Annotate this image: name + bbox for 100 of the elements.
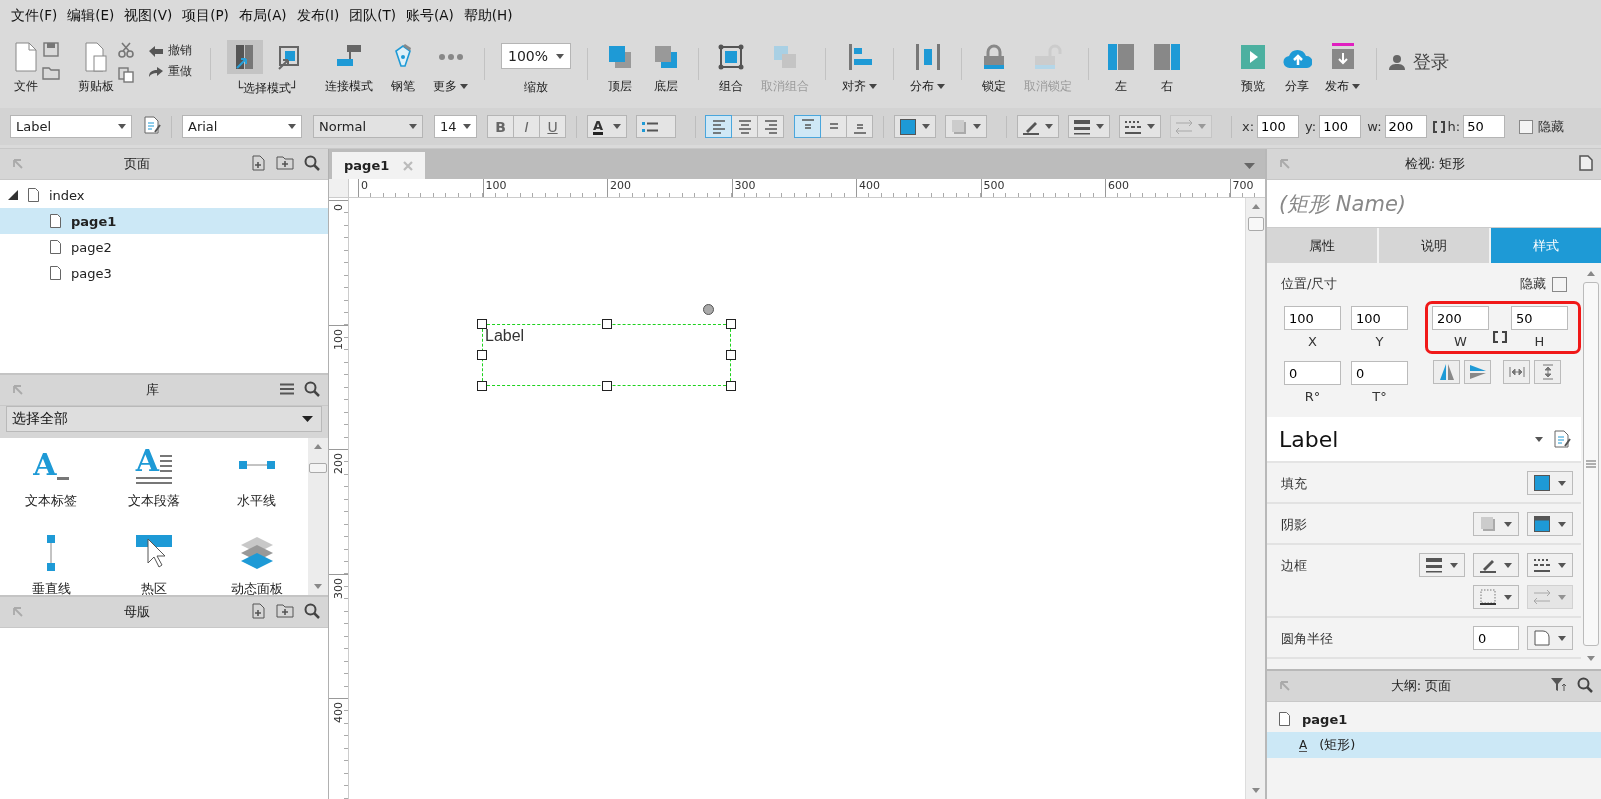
border-sides-dropdown[interactable]	[1473, 585, 1519, 609]
tool-button[interactable]: 钢笔	[385, 40, 421, 97]
resize-handle[interactable]	[477, 381, 487, 391]
outline-item[interactable]: page1	[1267, 706, 1601, 732]
widget-name[interactable]: 动态面板	[230, 580, 283, 595]
toolbar-button[interactable]: 底层	[646, 40, 686, 97]
toolbar-button[interactable]: 锁定	[974, 40, 1014, 97]
bullets-button[interactable]	[636, 115, 676, 138]
text-align-button[interactable]	[757, 115, 784, 138]
menu-item[interactable]: 团队(T)	[344, 7, 401, 25]
menu-item[interactable]: 发布(I)	[291, 7, 345, 25]
widget-style-dropdown[interactable]: Label	[1267, 417, 1581, 463]
font-size-dropdown[interactable]: 14	[434, 115, 477, 138]
toolbar-button[interactable]: 右	[1147, 40, 1187, 97]
undo-button[interactable]: 撤销	[148, 42, 192, 59]
redo-button[interactable]: 重做	[148, 63, 192, 80]
menu-item[interactable]: 文件(F)	[6, 7, 63, 25]
bold-button[interactable]: B	[487, 115, 514, 138]
login-button[interactable]: 登录	[1389, 50, 1449, 74]
outline-item[interactable]: A (矩形)	[1267, 732, 1601, 758]
zoom-dropdown[interactable]: 100%	[501, 43, 571, 69]
line-pattern-dropdown[interactable]	[1527, 553, 1573, 577]
number-field[interactable]: 50	[1511, 306, 1568, 330]
menu-item[interactable]: 编辑(E)	[62, 7, 120, 25]
widget-name[interactable]: 垂直线	[31, 580, 71, 595]
toolbar-button[interactable]: 组合	[711, 40, 751, 97]
coordinate-field[interactable]: 100	[1257, 115, 1300, 138]
line-weight-dropdown[interactable]	[1419, 553, 1465, 577]
save-button[interactable]	[42, 42, 60, 60]
line-color-dropdown[interactable]	[1473, 553, 1519, 577]
radius-field[interactable]: 0	[1473, 626, 1519, 650]
tree-item[interactable]: page3	[0, 260, 328, 286]
menu-item[interactable]: 项目(P)	[177, 7, 234, 25]
tree-item[interactable]: page1	[0, 208, 328, 234]
toolbar-button[interactable]: 对齐	[838, 40, 881, 97]
widget-name[interactable]: 文本标签	[25, 492, 78, 510]
fill-color-dropdown[interactable]	[1527, 471, 1573, 495]
page-tab[interactable]: page1	[332, 152, 426, 179]
resize-handle[interactable]	[726, 319, 736, 329]
number-field[interactable]: 200	[1432, 306, 1489, 330]
checkbox[interactable]	[1552, 276, 1567, 292]
tool-button[interactable]: 连接模式	[321, 40, 377, 97]
number-field[interactable]: 100	[1284, 306, 1341, 330]
library-dropdown[interactable]: 选择全部	[6, 406, 322, 432]
vertical-align-button[interactable]	[794, 115, 821, 138]
toolbar-button[interactable]: 发布	[1321, 40, 1364, 97]
tool-button[interactable]: 更多	[429, 40, 472, 97]
menu-item[interactable]: 布局(A)	[233, 7, 292, 25]
widget-style-dropdown[interactable]: Label	[10, 115, 132, 138]
underline-button[interactable]: U	[539, 115, 566, 138]
coordinate-field[interactable]: 200	[1384, 115, 1427, 138]
resize-handle[interactable]	[726, 350, 736, 360]
inspector-tab[interactable]: 说明	[1379, 228, 1491, 263]
coordinate-field[interactable]: 50	[1463, 115, 1506, 138]
selection-mode-button[interactable]	[227, 40, 263, 74]
cut-button[interactable]	[118, 42, 134, 61]
fit-width-button[interactable]	[1503, 360, 1530, 384]
name-field[interactable]: (矩形 Name)	[1267, 180, 1601, 228]
italic-button[interactable]: I	[513, 115, 540, 138]
copy-button[interactable]	[118, 67, 134, 86]
fit-height-button[interactable]	[1534, 360, 1561, 384]
widget-name[interactable]: 文本段落	[128, 492, 180, 510]
line-style-dropdown[interactable]	[1119, 115, 1161, 138]
widget-name[interactable]: 热区	[141, 580, 167, 595]
add-folder-button[interactable]	[276, 155, 294, 173]
shadow-color-dropdown[interactable]	[1527, 512, 1573, 536]
open-button[interactable]	[42, 66, 60, 83]
toolbar-button[interactable]: 分布	[906, 40, 949, 97]
page-button[interactable]	[1579, 154, 1593, 174]
toolbar-button[interactable]: 顶层	[600, 40, 640, 97]
inspector-tab[interactable]: 属性	[1267, 228, 1379, 263]
menu-item[interactable]: 账号(A)	[400, 7, 459, 25]
line-style-dropdown[interactable]	[1017, 115, 1059, 138]
add-folder-button[interactable]	[276, 603, 294, 621]
number-field[interactable]: 0	[1351, 361, 1408, 385]
resize-handle[interactable]	[477, 319, 487, 329]
add-page-button[interactable]	[250, 602, 266, 622]
toolbar-button[interactable]: 左	[1101, 40, 1141, 97]
file-button[interactable]: 文件	[10, 40, 42, 97]
add-page-button[interactable]	[250, 154, 266, 174]
font-dropdown[interactable]: Arial	[182, 115, 302, 138]
vertical-align-button[interactable]	[846, 115, 873, 138]
paste-button[interactable]: 剪贴板	[74, 40, 118, 97]
edit-style-button[interactable]	[143, 116, 161, 137]
resize-handle[interactable]	[477, 350, 487, 360]
flip-horizontal-button[interactable]	[1433, 360, 1460, 384]
rotate-handle[interactable]	[703, 304, 714, 315]
tree-item[interactable]: page2	[0, 234, 328, 260]
toolbar-button[interactable]: 分享	[1277, 40, 1317, 97]
tree-item[interactable]: index	[0, 182, 328, 208]
coordinate-field[interactable]: 100	[1319, 115, 1362, 138]
toolbar-button[interactable]: 预览	[1233, 40, 1273, 97]
widget-name[interactable]: 水平线	[237, 492, 277, 510]
menu-item[interactable]: 视图(V)	[119, 7, 178, 25]
font-style-dropdown[interactable]: Normal	[313, 115, 423, 138]
menu-button[interactable]	[280, 382, 294, 398]
flip-vertical-button[interactable]	[1464, 360, 1491, 384]
resize-handle[interactable]	[601, 319, 612, 329]
number-field[interactable]: 0	[1284, 361, 1341, 385]
corner-dropdown[interactable]	[1527, 626, 1573, 650]
